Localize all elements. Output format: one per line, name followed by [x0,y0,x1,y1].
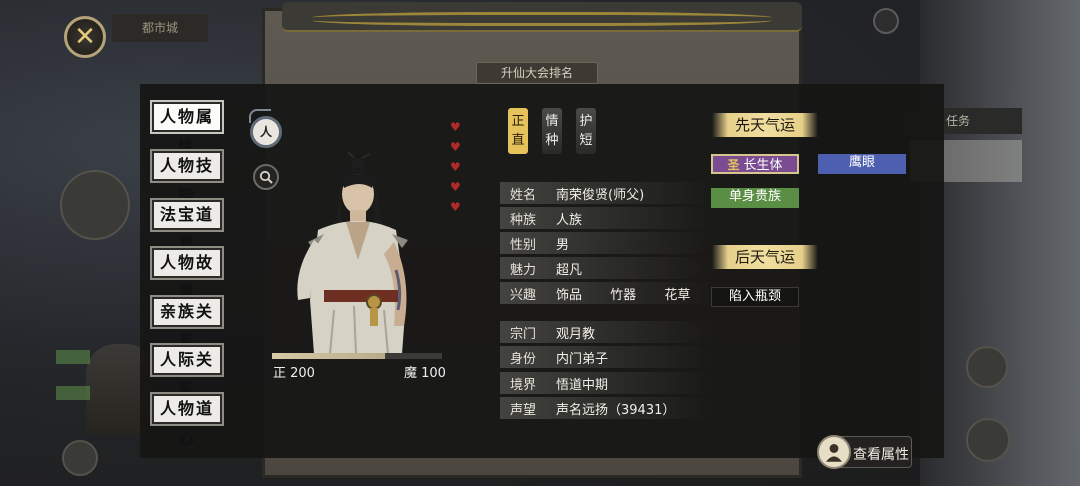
heart-icon: ♥ [450,200,461,214]
scholar-avatar-icon [817,435,851,469]
acquired-luck-title: 后天气运 [712,245,818,269]
info-label: 境界 [510,378,537,393]
info-value: 人族 [556,213,583,228]
heart-icon: ♥ [450,160,461,174]
info-value: 男 [556,238,570,253]
info-label: 性别 [510,238,537,253]
info-row-name: 姓名 南荣俊贤(师父) [500,182,710,204]
hobby-item: 竹器 [610,288,637,303]
heart-icon: ♥ [450,120,461,134]
info-label: 种族 [510,213,537,228]
trait-protective[interactable]: 护 短 [576,108,596,154]
background-board-ornament [282,2,802,32]
trait-char: 护 [579,114,593,129]
info-label: 姓名 [510,188,537,203]
background-round-button [62,440,98,476]
info-row-hobby: 兴趣 饰品 竹器 花草 [500,282,710,304]
info-label: 声望 [510,403,537,418]
sacred-seal-icon: 圣 [727,158,740,172]
info-value: 声名远扬（39431） [556,403,676,418]
info-label: 宗门 [510,327,537,342]
trait-char: 短 [579,133,593,148]
background-round-button [966,346,1008,388]
info-label: 兴趣 [510,288,537,303]
evil-value: 魔 100 [404,366,446,381]
info-value: 观月教 [556,327,596,342]
luck-single-noble[interactable]: 单身贵族 [711,188,799,208]
luck-longevity-body[interactable]: 圣长生体 [711,154,799,174]
info-value: 悟道中期 [556,378,609,393]
heart-icon: ♥ [450,180,461,194]
background-round-button [966,418,1010,462]
trait-upright[interactable]: 正 直 [508,108,528,154]
info-row-sect: 宗门 观月教 [500,321,710,343]
trait-char: 种 [545,133,559,148]
info-label: 身份 [510,352,537,367]
search-icon [259,170,273,184]
background-gear-icon [873,8,899,34]
view-attributes-button[interactable]: 查看属性 [817,435,912,469]
close-icon: ✕ [74,22,96,52]
background-board-title: 升仙大会排名 [476,62,598,84]
luck-eagle-eye[interactable]: 鹰眼 [818,154,906,174]
heart-icon: ♥ [450,140,461,154]
trait-char: 直 [511,133,525,148]
info-row-race: 种族 人族 [500,207,710,229]
hobby-item: 饰品 [556,288,583,303]
tab-treasures-items[interactable]: 法宝道具 [150,198,224,254]
righteous-value: 正 200 [273,366,315,381]
trait-char: 正 [511,114,525,129]
info-row-reputation: 声望 声名远扬（39431） [500,397,710,419]
background-city-label: 都市城 [112,14,208,42]
info-value-list: 饰品 竹器 花草 [556,284,704,303]
info-value: 南荣俊贤(师父) [556,188,645,203]
tab-character-skills[interactable]: 人物技能 [150,149,224,205]
view-attributes-label: 查看属性 [853,447,909,463]
tab-dao-heart[interactable]: 人物道心 [150,392,224,448]
tab-character-story[interactable]: 人物故事 [150,246,224,302]
background-side-chip [56,350,90,364]
tab-social-relations[interactable]: 人际关系 [150,343,224,399]
tab-family-relations[interactable]: 亲族关系 [150,295,224,351]
luck-label: 长生体 [743,158,783,173]
morality-bar-fill [272,353,386,359]
info-row-realm: 境界 悟道中期 [500,372,710,394]
morality-bar [272,353,442,359]
info-row-identity: 身份 内门弟子 [500,346,710,368]
luck-bottleneck[interactable]: 陷入瓶颈 [711,287,799,307]
innate-luck-title: 先天气运 [712,113,818,137]
hobby-item: 花草 [664,288,691,303]
info-row-gender: 性别 男 [500,232,710,254]
background-side-chip [56,386,90,400]
tab-character-attributes[interactable]: 人物属性 [150,100,224,156]
search-button[interactable] [253,164,279,190]
background-mountain [920,0,1080,486]
info-label: 魅力 [510,263,537,278]
background-round-button [60,170,130,240]
character-portrait [297,151,408,355]
info-value: 超凡 [556,263,583,278]
race-badge-icon: 人 [249,109,282,148]
info-row-charm: 魅力 超凡 [500,257,710,279]
trait-romantic[interactable]: 情 种 [542,108,562,154]
info-value: 内门弟子 [556,352,609,367]
close-button[interactable]: ✕ [64,16,106,58]
trait-char: 情 [545,114,559,129]
